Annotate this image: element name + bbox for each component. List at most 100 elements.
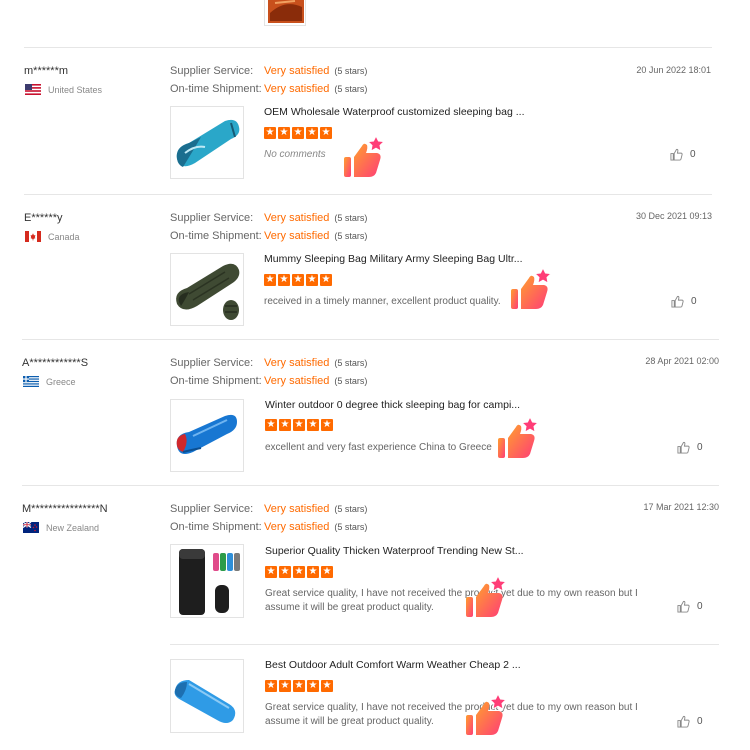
rating-value: Very satisfied [264,503,330,515]
star-icon: ★ [279,566,291,578]
rating-value: Very satisfied [264,65,330,77]
product-image[interactable] [170,659,244,733]
product-rating-stars: ★ ★ ★ ★ ★ [264,127,332,139]
on-time-shipment-label: On-time Shipment: [170,375,262,387]
thumbs-up-outline-icon [671,295,684,308]
reviewer-country: Canada [25,231,80,242]
on-time-shipment-rating: Very satisfied (5 stars) [264,521,367,533]
rating-stars-text: (5 stars) [334,231,368,241]
supplier-service-rating: Very satisfied (5 stars) [264,65,367,77]
star-icon: ★ [278,274,290,286]
previous-product-image[interactable] [264,0,306,26]
star-icon: ★ [279,680,291,692]
country-label: Greece [46,376,76,387]
star-icon: ★ [264,127,276,139]
like-button[interactable]: 0 [677,441,703,454]
star-icon: ★ [265,419,277,431]
star-icon: ★ [279,419,291,431]
star-icon: ★ [307,566,319,578]
supplier-service-label: Supplier Service: [170,357,254,369]
supplier-service-label: Supplier Service: [170,503,254,515]
star-icon: ★ [293,566,305,578]
country-label: New Zealand [46,522,100,533]
product-name[interactable]: Winter outdoor 0 degree thick sleeping b… [265,399,520,411]
like-button[interactable]: 0 [677,600,703,613]
thumbs-up-badge-icon [343,134,387,185]
product-divider [170,644,719,645]
product-image[interactable] [170,544,244,618]
thumbs-up-outline-icon [677,441,690,454]
like-count: 0 [697,716,703,727]
star-icon: ★ [321,419,333,431]
product-name[interactable]: OEM Wholesale Waterproof customized slee… [264,106,524,118]
star-icon: ★ [292,127,304,139]
rating-stars-text: (5 stars) [334,66,368,76]
star-icon: ★ [306,274,318,286]
rating-stars-text: (5 stars) [334,358,368,368]
thumbs-up-outline-icon [670,148,683,161]
reviewer-name: E******y [24,212,63,224]
thumbs-up-outline-icon [677,715,690,728]
product-name[interactable]: Best Outdoor Adult Comfort Warm Weather … [265,659,521,671]
review-date: 28 Apr 2021 02:00 [645,356,719,366]
product-image[interactable] [170,106,244,179]
supplier-service-rating: Very satisfied (5 stars) [264,503,367,515]
review-comment: received in a timely manner, excellent p… [264,296,501,307]
supplier-service-label: Supplier Service: [170,65,254,77]
rating-value: Very satisfied [264,212,330,224]
thumbs-up-badge-icon [465,692,509,743]
like-button[interactable]: 0 [670,148,696,161]
product-rating-stars: ★ ★ ★ ★ ★ [265,419,333,431]
thumbs-up-badge-icon [465,574,509,625]
product-rating-stars: ★ ★ ★ ★ ★ [264,274,332,286]
on-time-shipment-label: On-time Shipment: [170,230,262,242]
product-name[interactable]: Superior Quality Thicken Waterproof Tren… [265,545,524,557]
star-icon: ★ [293,680,305,692]
thumbs-up-badge-icon [510,266,554,317]
rating-value: Very satisfied [264,83,330,95]
review-date: 17 Mar 2021 12:30 [643,502,719,512]
on-time-shipment-rating: Very satisfied (5 stars) [264,83,367,95]
like-button[interactable]: 0 [671,295,697,308]
reviewer-country: United States [25,84,102,95]
review-divider [22,339,719,340]
product-image[interactable] [170,253,244,326]
like-count: 0 [697,601,703,612]
rating-value: Very satisfied [264,230,330,242]
new-zealand-flag-icon [23,522,39,533]
star-icon: ★ [306,127,318,139]
star-icon: ★ [320,274,332,286]
on-time-shipment-rating: Very satisfied (5 stars) [264,375,367,387]
rating-value: Very satisfied [264,375,330,387]
rating-value: Very satisfied [264,521,330,533]
star-icon: ★ [265,680,277,692]
thumbs-up-badge-icon [497,415,541,466]
like-count: 0 [697,442,703,453]
rating-value: Very satisfied [264,357,330,369]
on-time-shipment-label: On-time Shipment: [170,521,262,533]
product-image[interactable] [170,399,244,472]
review-divider [24,194,712,195]
like-count: 0 [691,296,697,307]
star-icon: ★ [293,419,305,431]
product-rating-stars: ★ ★ ★ ★ ★ [265,680,333,692]
supplier-service-rating: Very satisfied (5 stars) [264,212,367,224]
review-comment: No comments [264,149,326,160]
star-icon: ★ [264,274,276,286]
star-icon: ★ [321,680,333,692]
reviewer-name: M****************N [22,503,108,515]
rating-stars-text: (5 stars) [334,522,368,532]
like-button[interactable]: 0 [677,715,703,728]
country-label: United States [48,84,103,95]
review-comment: Great service quality, I have not receiv… [265,588,638,613]
star-icon: ★ [292,274,304,286]
product-name[interactable]: Mummy Sleeping Bag Military Army Sleepin… [264,253,523,265]
star-icon: ★ [307,680,319,692]
star-icon: ★ [307,419,319,431]
reviewer-country: New Zealand [23,522,99,533]
on-time-shipment-label: On-time Shipment: [170,83,262,95]
canada-flag-icon [25,231,41,242]
rating-stars-text: (5 stars) [334,504,368,514]
like-count: 0 [690,149,696,160]
star-icon: ★ [278,127,290,139]
